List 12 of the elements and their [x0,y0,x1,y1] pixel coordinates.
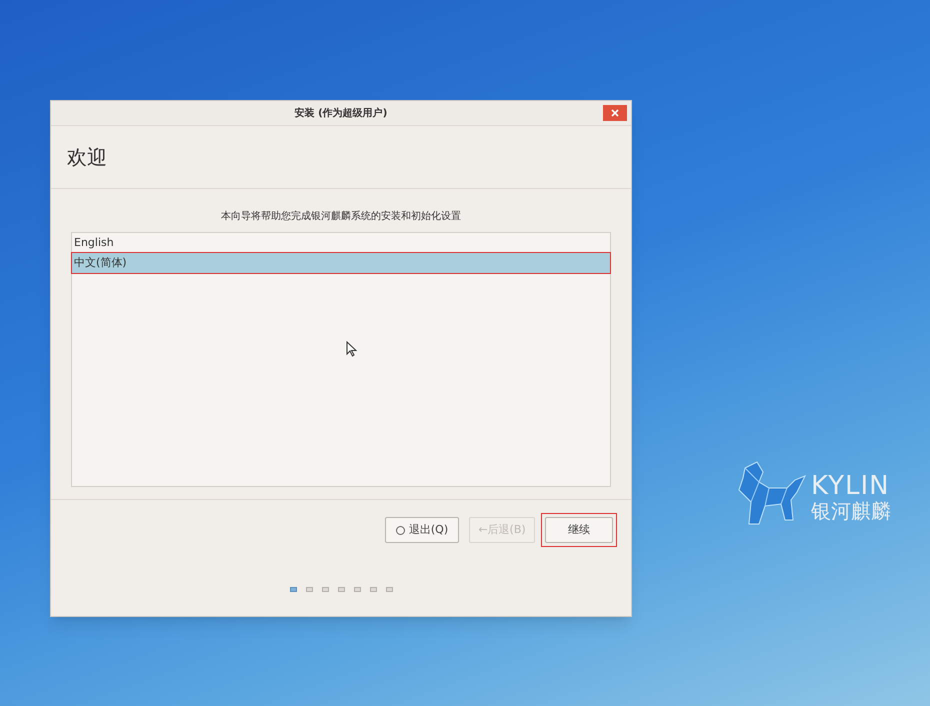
continue-button[interactable]: 继续 [545,517,613,543]
page-heading: 欢迎 [67,144,107,171]
logo-subtitle: 银河麒麟 [811,500,891,522]
intro-text: 本向导将帮助您完成银河麒麟系统的安装和初始化设置 [221,210,461,224]
close-icon [611,109,619,117]
language-item[interactable]: English [72,233,610,253]
logo-wordmark: KYLIN [811,472,891,500]
quit-button[interactable]: 退出(Q) [385,517,459,543]
close-button[interactable] [603,105,627,121]
mouse-pointer-icon [346,341,357,357]
window-title: 安装 (作为超级用户) [294,106,388,120]
language-item[interactable]: 中文(简体) [72,253,610,273]
